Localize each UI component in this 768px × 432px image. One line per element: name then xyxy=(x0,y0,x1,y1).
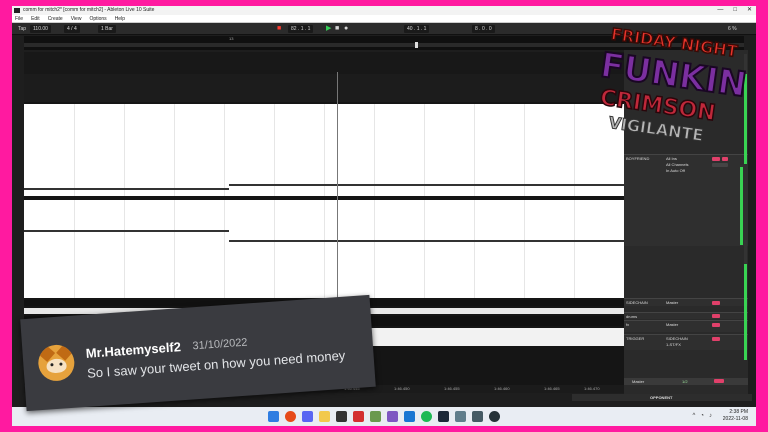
time-tick: 1:46.455 xyxy=(444,386,460,391)
tweet-date: 31/10/2022 xyxy=(192,336,248,353)
status-bar: OPPONENT xyxy=(572,394,752,401)
volume-icon[interactable]: ♪ xyxy=(709,413,712,419)
obs-icon[interactable] xyxy=(489,411,500,422)
maximize-button[interactable]: □ xyxy=(733,6,737,15)
automation-line[interactable] xyxy=(24,188,229,190)
tap-button[interactable]: Tap xyxy=(18,23,26,35)
automation-lane-2[interactable] xyxy=(24,200,624,298)
file-explorer-icon[interactable] xyxy=(319,411,330,422)
stop-icon[interactable]: ■ xyxy=(335,23,339,35)
track-name: fx xyxy=(626,322,630,327)
master-label: Master xyxy=(632,379,645,384)
track-lane-empty xyxy=(24,52,624,74)
quantize-menu[interactable]: 1 Bar xyxy=(98,25,116,33)
master-meter-lower xyxy=(744,240,747,360)
menu-file[interactable]: File xyxy=(15,15,23,22)
time-tick: 1:46.450 xyxy=(394,386,410,391)
track-header-sidechain[interactable]: SIDECHAIN Master xyxy=(624,298,748,306)
arrangement-record-icon[interactable]: ■ xyxy=(277,23,281,35)
opera-icon[interactable] xyxy=(285,411,296,422)
fnf-crimson-vigilante-logo: FRIDAY NIGHT FUNKIN CRIMSON VIGILANTE xyxy=(597,24,750,146)
close-button[interactable]: ✕ xyxy=(747,6,752,15)
loop-start-field[interactable]: 40 . 1 . 1 xyxy=(404,25,430,33)
track-lane-empty xyxy=(24,74,624,102)
output-select[interactable]: Master xyxy=(666,300,678,305)
ableton-taskbar-icon[interactable] xyxy=(336,411,347,422)
window-titlebar: comm for mitch2* [comm for mitch2] - Abl… xyxy=(12,6,756,15)
tempo-field[interactable]: 110.00 xyxy=(30,25,51,33)
time-tick: 1:46.470 xyxy=(584,386,600,391)
track-header-trigger[interactable]: TRIGGER SIDECHAIN 1-ST/FX xyxy=(624,334,748,350)
app-icon[interactable] xyxy=(370,411,381,422)
discord-icon[interactable] xyxy=(302,411,313,422)
clock-date: 2022-11-08 xyxy=(722,416,748,422)
app-icon[interactable] xyxy=(353,411,364,422)
time-signature-field[interactable]: 4 / 4 xyxy=(64,25,80,33)
track-header-fx[interactable]: fx Master xyxy=(624,320,748,332)
time-tick: 1:46.460 xyxy=(494,386,510,391)
loop-marker[interactable] xyxy=(415,42,418,48)
play-icon[interactable]: ▶ xyxy=(326,23,331,35)
track-name: drums xyxy=(626,314,638,319)
record-icon[interactable]: ● xyxy=(344,23,348,35)
automation-lane-1[interactable] xyxy=(24,104,624,196)
pink-frame: comm for mitch2* [comm for mitch2] - Abl… xyxy=(0,0,768,432)
automation-line[interactable] xyxy=(229,184,624,186)
avatar xyxy=(37,343,76,383)
master-track-header[interactable]: Master 1/2 xyxy=(624,378,748,385)
input-channel-select[interactable]: All Channels xyxy=(666,162,688,167)
automation-line[interactable] xyxy=(24,230,229,232)
menu-help[interactable]: Help xyxy=(115,15,125,22)
chevron-up-icon[interactable]: ^ xyxy=(693,413,696,419)
network-icon[interactable]: ◔ xyxy=(700,413,704,419)
system-tray[interactable]: ^ ◔ ♪ xyxy=(693,413,712,419)
monitor-select[interactable]: In Auto Off xyxy=(666,168,685,173)
menu-create[interactable]: Create xyxy=(48,15,63,22)
menu-view[interactable]: View xyxy=(71,15,82,22)
taskbar-clock[interactable]: 2:38 PM 2022-11-08 xyxy=(723,409,748,423)
track-header-boyfriend[interactable]: BOYFRIEND All Ins All Channels In Auto O… xyxy=(624,154,748,246)
steam-icon[interactable] xyxy=(438,411,449,422)
opponent-label: OPPONENT xyxy=(650,395,673,400)
window-title: comm for mitch2* [comm for mitch2] - Abl… xyxy=(23,7,155,13)
time-tick: 1:46.465 xyxy=(544,386,560,391)
clock-time: 2:38 PM xyxy=(729,409,748,415)
start-icon[interactable] xyxy=(268,411,279,422)
menu-options[interactable]: Options xyxy=(89,15,106,22)
output-select[interactable]: SIDECHAIN xyxy=(666,336,688,341)
loop-length-field[interactable]: 8 . 0 . 0 xyxy=(472,25,495,33)
settings-icon[interactable] xyxy=(455,411,466,422)
app-icon[interactable] xyxy=(404,411,415,422)
windows-taskbar: ^ ◔ ♪ 2:38 PM 2022-11-08 xyxy=(12,407,756,426)
output-channel-select[interactable]: 1-ST/FX xyxy=(666,342,681,347)
ableton-app-icon xyxy=(14,8,20,13)
track-name: TRIGGER xyxy=(626,336,645,341)
track-name: SIDECHAIN xyxy=(626,300,648,305)
song-position-field[interactable]: 82 . 1 . 1 xyxy=(288,25,314,33)
output-select[interactable]: Master xyxy=(666,322,678,327)
track-header-drums[interactable]: drums xyxy=(624,312,748,319)
master-output[interactable]: 1/2 xyxy=(682,379,688,384)
tweet-username: Mr.Hatemyself2 xyxy=(85,339,182,361)
minimize-button[interactable]: — xyxy=(717,6,723,15)
menu-edit[interactable]: Edit xyxy=(31,15,40,22)
automation-line[interactable] xyxy=(229,240,624,242)
spotify-icon[interactable] xyxy=(421,411,432,422)
app-icon[interactable] xyxy=(472,411,483,422)
app-icon[interactable] xyxy=(387,411,398,422)
overview-bar-label: 13 xyxy=(229,36,234,41)
